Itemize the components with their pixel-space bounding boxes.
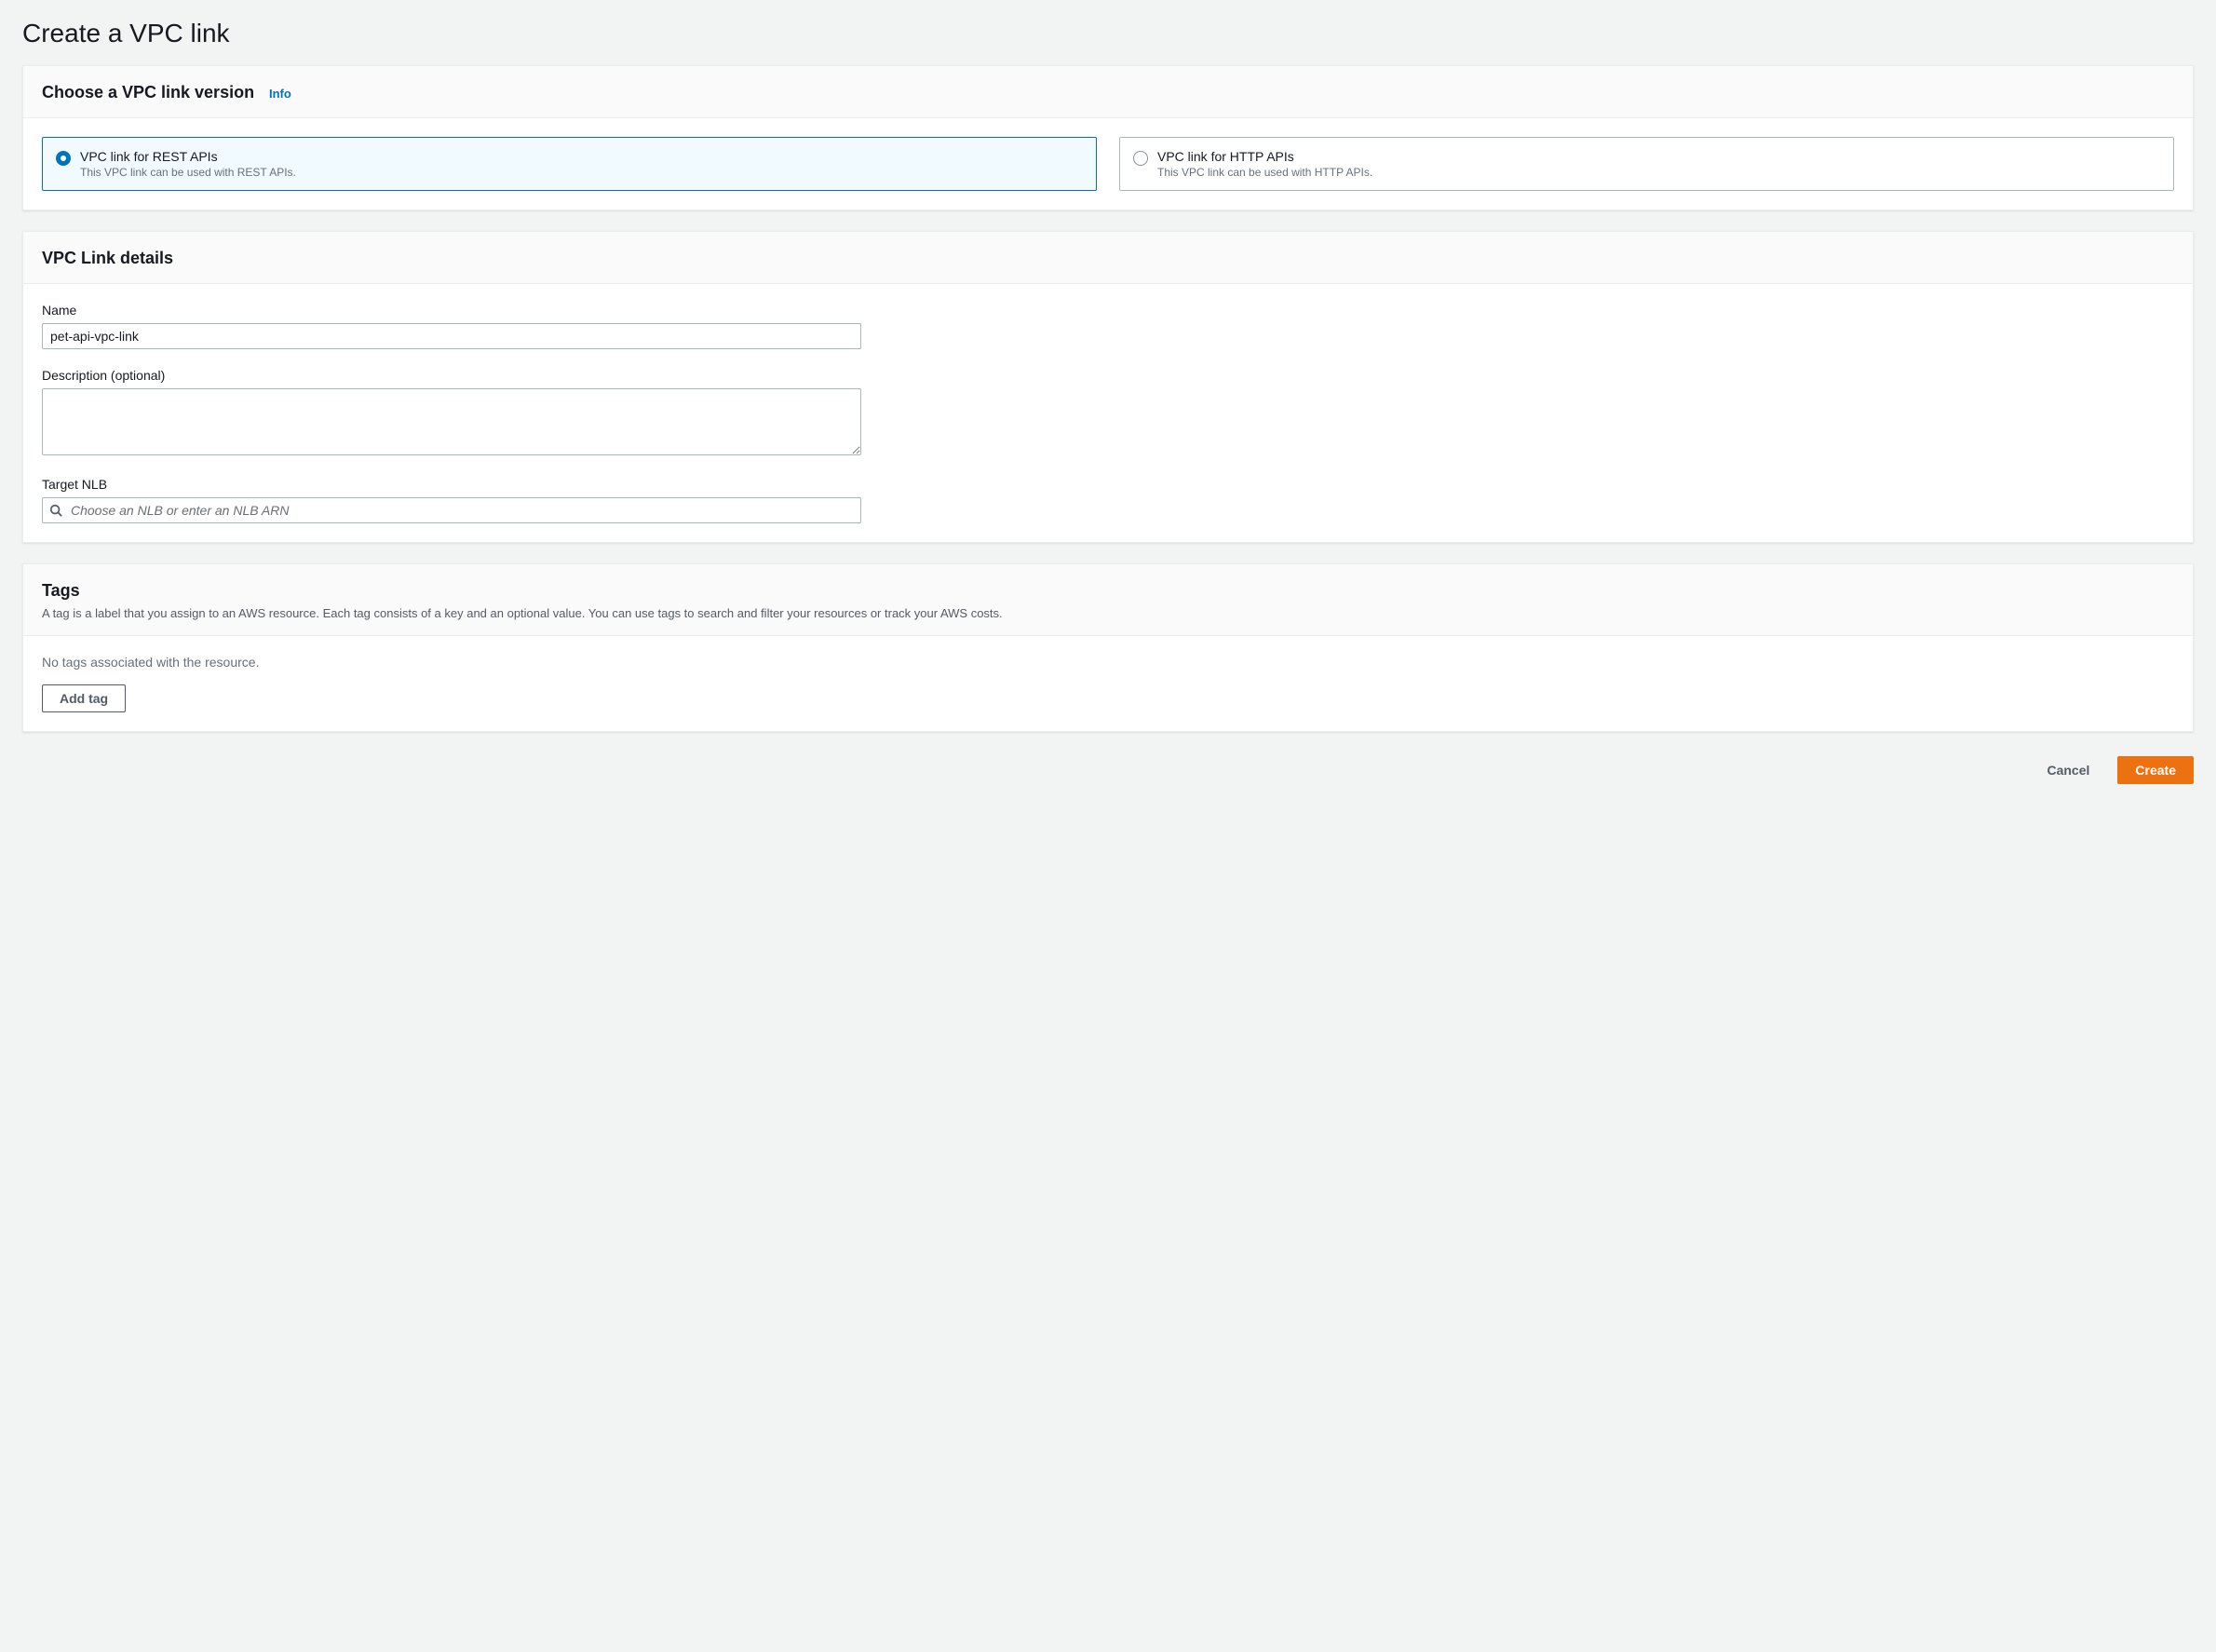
radio-icon xyxy=(1133,151,1148,166)
details-panel: VPC Link details Name Description (optio… xyxy=(22,231,2194,543)
field-description: Description (optional) xyxy=(42,368,2174,458)
tags-panel: Tags A tag is a label that you assign to… xyxy=(22,563,2194,732)
tile-rest-apis[interactable]: VPC link for REST APIs This VPC link can… xyxy=(42,137,1097,191)
target-search-wrap xyxy=(42,497,861,523)
details-panel-body: Name Description (optional) Target NLB xyxy=(23,284,2193,542)
name-input[interactable] xyxy=(42,323,861,349)
tile-title: VPC link for REST APIs xyxy=(80,149,296,164)
version-panel: Choose a VPC link version Info VPC link … xyxy=(22,65,2194,210)
details-panel-header: VPC Link details xyxy=(23,232,2193,284)
tile-text: VPC link for HTTP APIs This VPC link can… xyxy=(1157,149,1372,179)
add-tag-button[interactable]: Add tag xyxy=(42,684,126,712)
tile-text: VPC link for REST APIs This VPC link can… xyxy=(80,149,296,179)
tile-title: VPC link for HTTP APIs xyxy=(1157,149,1372,164)
version-panel-body: VPC link for REST APIs This VPC link can… xyxy=(23,118,2193,210)
footer-actions: Cancel Create xyxy=(22,752,2194,793)
search-icon xyxy=(49,504,62,517)
page-title: Create a VPC link xyxy=(22,19,2194,48)
tile-desc: This VPC link can be used with HTTP APIs… xyxy=(1157,166,1372,179)
details-panel-heading: VPC Link details xyxy=(42,249,173,268)
tags-panel-body: No tags associated with the resource. Ad… xyxy=(23,636,2193,731)
cancel-button[interactable]: Cancel xyxy=(2030,756,2106,784)
tile-desc: This VPC link can be used with REST APIs… xyxy=(80,166,296,179)
field-name: Name xyxy=(42,303,2174,349)
version-tile-row: VPC link for REST APIs This VPC link can… xyxy=(42,137,2174,191)
tile-http-apis[interactable]: VPC link for HTTP APIs This VPC link can… xyxy=(1119,137,2174,191)
version-panel-header: Choose a VPC link version Info xyxy=(23,66,2193,118)
create-button[interactable]: Create xyxy=(2117,756,2194,784)
desc-label: Description (optional) xyxy=(42,368,2174,383)
tags-empty-message: No tags associated with the resource. xyxy=(42,655,2174,670)
desc-input[interactable] xyxy=(42,388,861,455)
version-panel-heading: Choose a VPC link version xyxy=(42,83,254,102)
tags-panel-heading: Tags xyxy=(42,581,80,601)
info-link[interactable]: Info xyxy=(269,87,291,101)
target-nlb-input[interactable] xyxy=(42,497,861,523)
field-target-nlb: Target NLB xyxy=(42,477,2174,523)
target-label: Target NLB xyxy=(42,477,2174,492)
radio-icon xyxy=(56,151,71,166)
tags-panel-header: Tags A tag is a label that you assign to… xyxy=(23,564,2193,636)
name-label: Name xyxy=(42,303,2174,318)
tags-panel-subtitle: A tag is a label that you assign to an A… xyxy=(42,606,2174,620)
